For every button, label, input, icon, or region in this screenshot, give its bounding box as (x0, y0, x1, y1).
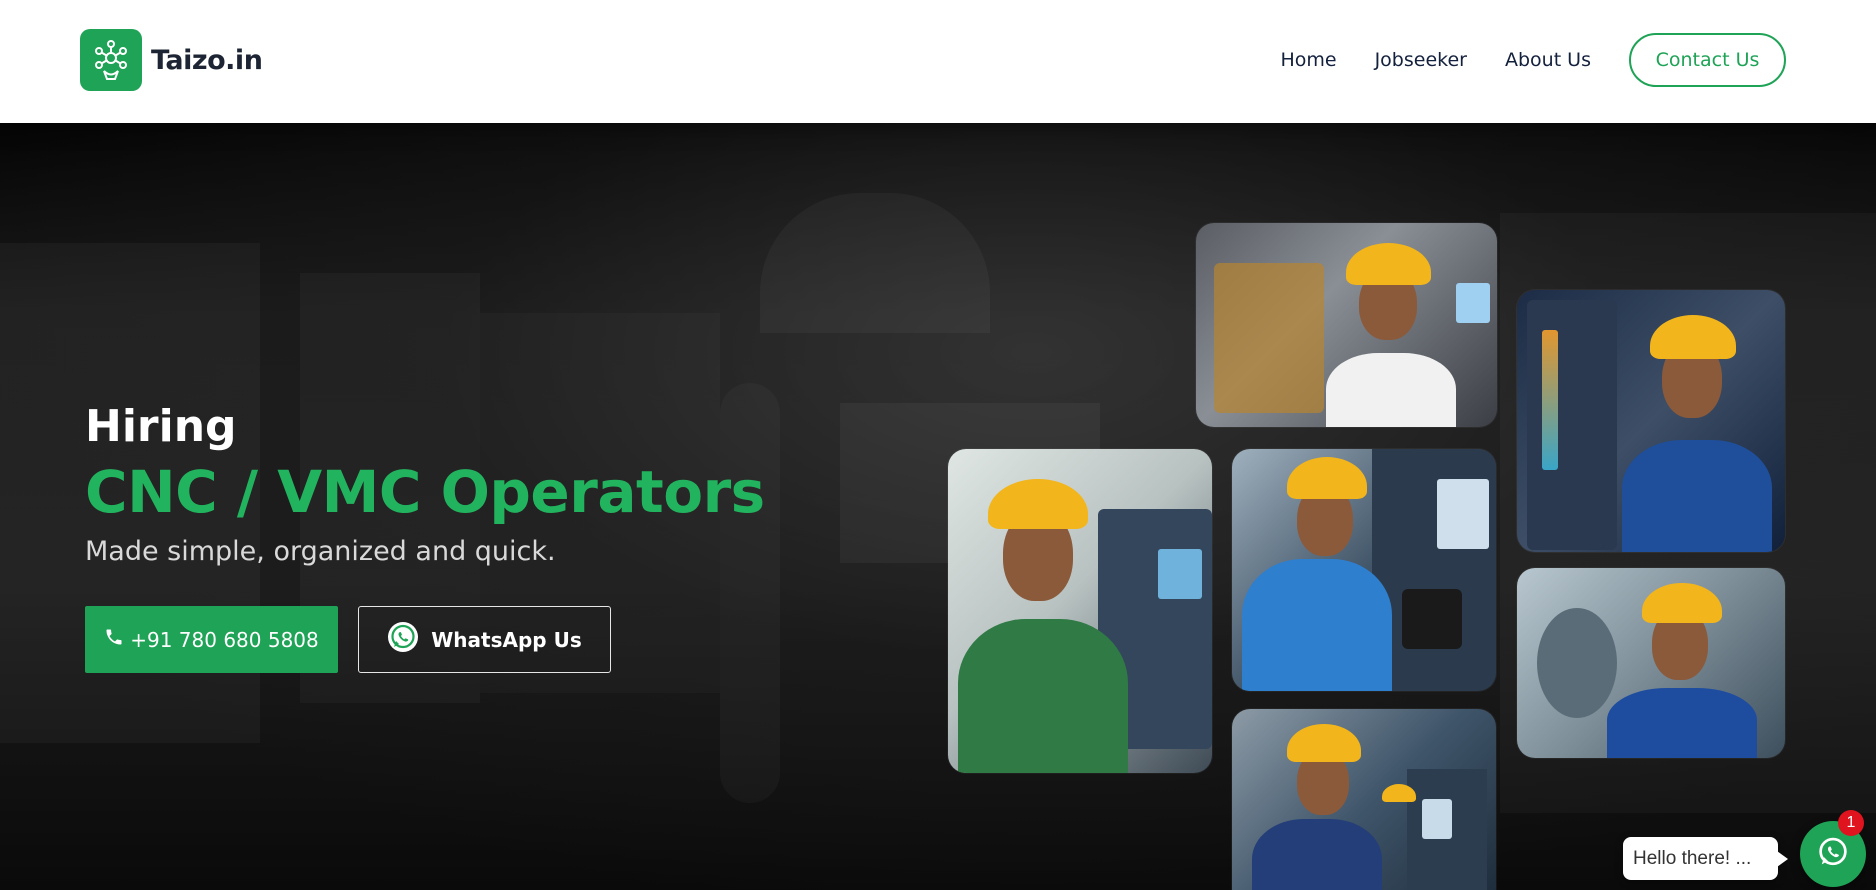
network-hand-icon (80, 29, 142, 91)
photo-operators-on-shop-floor (1232, 709, 1496, 890)
contact-us-button[interactable]: Contact Us (1629, 33, 1786, 87)
photo-operator-arms-crossed-blue-shirt (1517, 568, 1785, 758)
hero-eyebrow: Hiring (85, 401, 237, 452)
nav-jobseeker[interactable]: Jobseeker (1375, 49, 1467, 71)
background-tank (760, 193, 990, 333)
phone-icon (104, 627, 130, 652)
photo-operator-thumbs-up-blue-shirt (1517, 290, 1785, 552)
whatsapp-icon (1815, 834, 1851, 874)
logo[interactable]: Taizo.in (80, 29, 263, 91)
hero-tagline: Made simple, organized and quick. (85, 536, 556, 567)
main-nav: Home Jobseeker About Us Contact Us (1280, 33, 1786, 87)
call-button[interactable]: +91 780 680 5808 (85, 606, 338, 673)
unread-badge: 1 (1838, 810, 1864, 836)
photo-operator-thumbs-up-white-shirt (1196, 223, 1497, 427)
nav-home[interactable]: Home (1280, 49, 1336, 71)
hero-headline: CNC / VMC Operators (85, 458, 765, 526)
hero-text: Hiring CNC / VMC Operators Made simple, … (85, 401, 765, 567)
whatsapp-button-label: WhatsApp Us (431, 627, 582, 652)
chat-greeting-text: Hello there! ... (1633, 847, 1752, 869)
whatsapp-icon (387, 621, 431, 658)
whatsapp-button[interactable]: WhatsApp Us (358, 606, 611, 673)
call-button-label: +91 780 680 5808 (130, 627, 319, 652)
nav-about-us[interactable]: About Us (1505, 49, 1591, 71)
logo-text: Taizo.in (151, 44, 263, 76)
hero-section: Hiring CNC / VMC Operators Made simple, … (0, 123, 1876, 890)
cta-row: +91 780 680 5808 WhatsApp Us (85, 606, 611, 673)
photo-operator-arms-crossed-green-shirt (948, 449, 1212, 773)
chat-greeting-bubble[interactable]: Hello there! ... (1623, 837, 1788, 880)
site-header: Taizo.in Home Jobseeker About Us Contact… (0, 0, 1876, 123)
photo-operator-at-control-panel (1232, 449, 1496, 691)
